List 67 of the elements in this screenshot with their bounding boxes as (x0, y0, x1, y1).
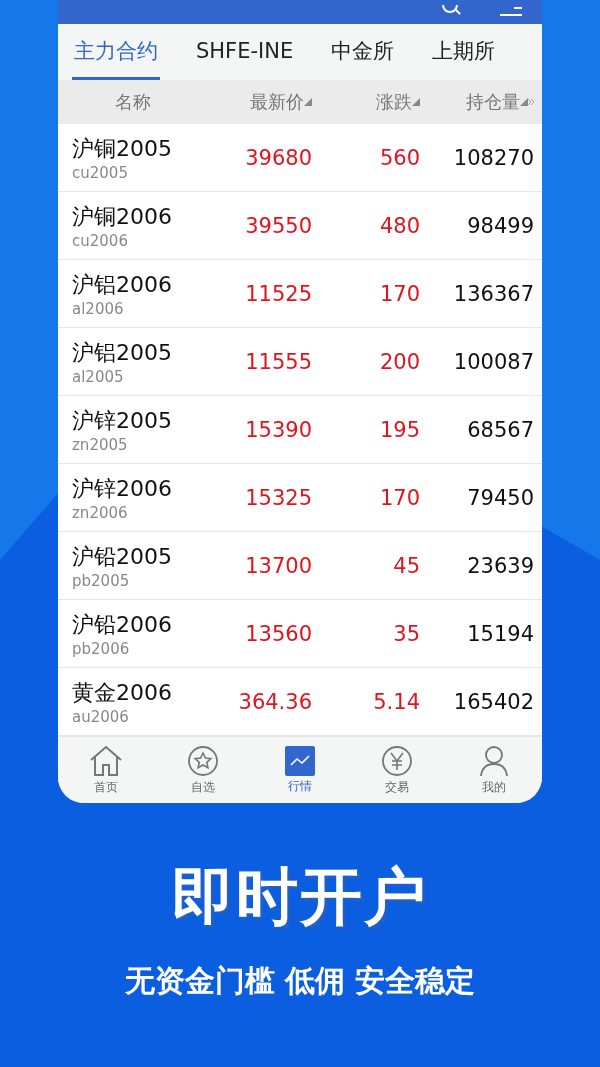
contract-name: 沪铅2006 (72, 610, 173, 639)
contract-name: 沪锌2006 (72, 474, 173, 503)
contract-code: al2006 (72, 299, 125, 318)
price-change: 35 (392, 621, 421, 646)
open-interest: 108270 (452, 145, 535, 170)
sort-icon[interactable] (520, 98, 528, 106)
nav-tab[interactable]: 我的 (463, 744, 524, 796)
double-chevron-icon (528, 97, 534, 107)
open-interest: 98499 (466, 213, 535, 238)
column-header[interactable]: 涨跌 (376, 90, 412, 114)
nav-tab[interactable]: 交易 (366, 744, 427, 796)
column-header: 名称 (115, 90, 151, 114)
price-change: 560 (378, 145, 421, 170)
latest-price: 15325 (244, 485, 313, 510)
open-interest: 136367 (452, 281, 535, 306)
contract-name: 沪铝2006 (72, 270, 173, 299)
open-interest: 15194 (466, 621, 535, 646)
latest-price: 364.36 (237, 689, 313, 714)
contract-code: au2006 (72, 707, 130, 726)
open-interest: 100087 (452, 349, 535, 374)
contract-name: 黄金2006 (72, 678, 173, 707)
latest-price: 11525 (244, 281, 313, 306)
price-change: 45 (392, 553, 421, 578)
contract-code: al2005 (72, 367, 125, 386)
latest-price: 11555 (244, 349, 313, 374)
chart-icon (285, 745, 315, 776)
price-change: 170 (378, 281, 421, 306)
open-interest: 79450 (466, 485, 535, 510)
sort-icon[interactable] (412, 98, 420, 106)
latest-price: 39680 (244, 145, 313, 170)
latest-price: 39550 (244, 213, 313, 238)
user-icon (478, 744, 509, 777)
nav-tab[interactable]: 首页 (76, 744, 137, 796)
latest-price: 13560 (244, 621, 313, 646)
open-interest: 23639 (466, 553, 535, 578)
latest-price: 13700 (244, 553, 313, 578)
sort-icon[interactable] (304, 98, 312, 106)
headline: 即时开户 (172, 859, 428, 935)
contract-name: 沪铜2005 (72, 134, 173, 163)
contract-code: pb2006 (72, 639, 131, 658)
contract-code: cu2006 (72, 231, 129, 250)
price-change: 200 (378, 349, 421, 374)
contract-code: zn2006 (72, 503, 129, 522)
contract-code: cu2005 (72, 163, 129, 182)
nav-tab[interactable]: 自选 (173, 744, 234, 796)
tagline: 无资金门槛 低佣 安全稳定 (124, 962, 476, 1000)
latest-price: 15390 (244, 417, 313, 442)
column-header[interactable]: 持仓量 (466, 90, 520, 114)
home-icon (89, 744, 124, 777)
contract-code: zn2005 (72, 435, 129, 454)
contract-name: 沪铝2005 (72, 338, 173, 367)
yen-icon (380, 744, 413, 777)
price-change: 170 (378, 485, 421, 510)
contract-name: 沪铜2006 (72, 202, 173, 231)
price-change: 195 (378, 417, 421, 442)
contract-code: pb2005 (72, 571, 131, 590)
price-change: 480 (378, 213, 421, 238)
price-change: 5.14 (372, 689, 421, 714)
market-tab[interactable]: 中金所 (329, 24, 397, 80)
contract-name: 沪锌2005 (72, 406, 173, 435)
contract-name: 沪铅2005 (72, 542, 173, 571)
open-interest: 68567 (466, 417, 535, 442)
column-header[interactable]: 最新价 (250, 90, 304, 114)
nav-tab[interactable]: 行情 (270, 745, 330, 795)
market-tab[interactable]: SHFE-INE (194, 24, 296, 80)
market-tab[interactable]: 上期所 (430, 24, 498, 80)
open-interest: 165402 (452, 689, 535, 714)
